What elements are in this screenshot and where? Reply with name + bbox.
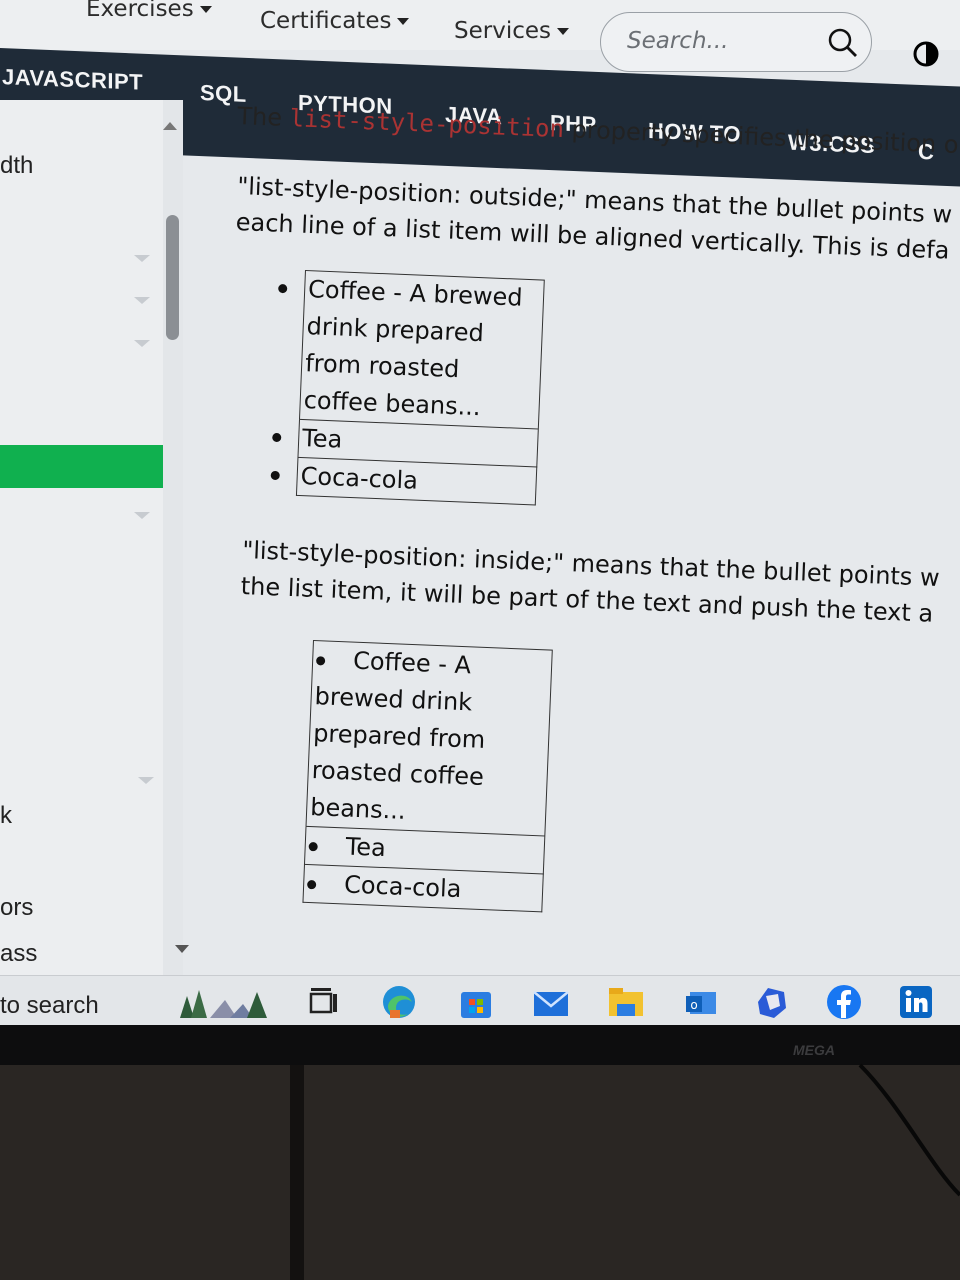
copilot-icon[interactable] [752,984,790,1020]
caret-down-icon [557,28,569,35]
chevron-down-icon [134,340,150,347]
search-placeholder: Search... [627,28,729,54]
outside-list-demo: Coffee - A brewed drink prepared from ro… [270,270,545,506]
sidebar-item-fragment[interactable]: ass [0,940,37,968]
search-icon[interactable] [827,27,859,59]
bullet-icon [278,283,288,294]
sidebar-item-active[interactable] [0,445,163,488]
bullet-icon [307,879,317,889]
facebook-icon[interactable] [825,984,863,1020]
list-item: Coffee - A brewed drink prepared from ro… [278,270,545,430]
bullet-icon [316,655,326,666]
screen: Exercises Certificates Services Search..… [0,0,960,1025]
list-item: Coffee - A brewed drink prepared from ro… [305,640,553,837]
scroll-up-arrow-icon[interactable] [163,122,177,130]
menu-certificates[interactable]: Certificates [260,8,410,34]
inside-description: "list-style-position: inside;" means tha… [240,535,941,628]
sidebar: dth k ors ass [0,100,163,975]
store-icon[interactable] [457,984,495,1020]
bullet-icon [270,470,280,481]
inline-code: list-style-position [289,104,565,144]
bullet-icon [308,841,318,851]
bullet-icon [272,432,282,443]
taskbar-search[interactable]: to search [0,992,99,1020]
chevron-down-icon [134,512,150,519]
sidebar-item-fragment[interactable]: k [0,802,12,830]
sidebar-item-fragment[interactable]: ors [0,894,33,922]
chevron-down-icon [134,255,150,262]
file-explorer-icon[interactable] [607,984,645,1020]
search-highlight-icon[interactable] [175,984,270,1020]
search-input[interactable]: Search... [600,12,872,72]
nav-javascript[interactable]: JAVASCRIPT [2,64,143,96]
contrast-toggle-icon[interactable] [912,40,940,68]
linkedin-icon[interactable] [897,984,935,1020]
task-view-icon[interactable] [305,984,343,1020]
intro-line: The list-style-position property specifi… [236,102,960,159]
outside-description: "list-style-position: outside;" means th… [235,171,953,265]
chevron-down-icon [138,777,154,784]
svg-text:o: o [690,998,697,1012]
mail-icon[interactable] [532,984,570,1020]
edge-browser-icon[interactable] [380,984,418,1020]
chevron-down-icon [134,297,150,304]
caret-down-icon [397,18,410,25]
main-content: The list-style-position property specifi… [183,100,960,975]
menu-services[interactable]: Services [454,18,569,44]
windows-taskbar: to search o [0,975,960,1025]
scrollbar-thumb[interactable] [166,215,179,340]
inside-list-demo: Coffee - A brewed drink prepared from ro… [302,640,553,913]
sidebar-item-fragment[interactable]: dth [0,152,33,180]
cable-decoration [290,1063,960,1280]
outlook-icon[interactable]: o [682,984,720,1020]
caret-down-icon [199,6,212,13]
menu-exercises[interactable]: Exercises [86,0,212,22]
